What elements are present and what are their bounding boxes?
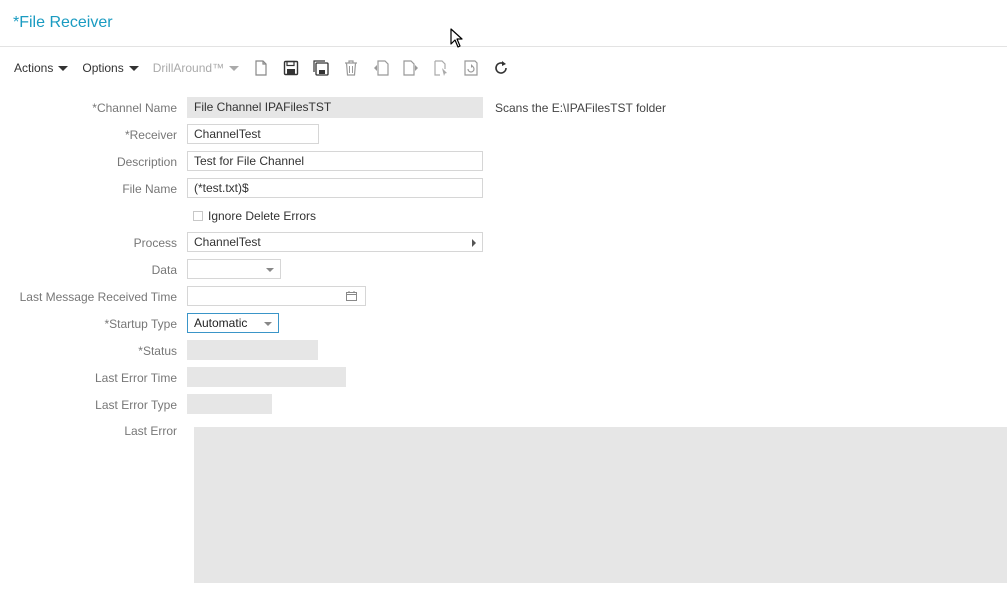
startup-type-select[interactable]: Automatic [187,313,279,333]
page-title: *File Receiver [13,14,113,31]
last-error-type-label: Last Error Type [95,398,177,412]
next-record-icon[interactable] [403,60,419,76]
save-as-icon[interactable] [313,60,329,76]
chevron-down-icon[interactable] [264,322,272,326]
ignore-delete-errors-checkbox[interactable] [193,211,203,221]
drillaround-menu[interactable]: DrillAround™ [152,61,240,75]
refresh-view-icon[interactable] [463,60,479,76]
last-message-received-time-label: Last Message Received Time [19,290,177,304]
calendar-icon[interactable] [346,291,357,301]
channel-note: Scans the E:\IPAFilesTST folder [495,101,666,115]
header-divider [0,46,1007,47]
drillaround-menu-label: DrillAround™ [152,61,225,75]
actions-menu[interactable]: Actions [14,61,69,75]
channel-name-field[interactable]: File Channel IPAFilesTST [187,97,483,118]
toolbar: Actions Options DrillAround™ [14,59,523,77]
delete-icon[interactable] [343,60,359,76]
new-document-icon[interactable] [253,60,269,76]
process-field[interactable]: ChannelTest [187,232,483,252]
data-label: Data [151,263,177,277]
description-label: Description [116,155,177,169]
last-error-time-label: Last Error Time [94,371,177,385]
data-select[interactable] [187,259,281,279]
startup-type-label: *Startup Type [104,317,178,331]
status-label: *Status [138,344,177,358]
actions-menu-label: Actions [14,61,54,75]
ignore-delete-errors-row[interactable]: Ignore Delete Errors [193,209,316,223]
chevron-down-icon[interactable] [266,268,274,272]
last-error-type-field [187,394,272,414]
chevron-down-icon [229,65,240,71]
mouse-cursor-icon [450,28,463,48]
startup-type-value: Automatic [194,316,248,330]
status-field [187,340,318,360]
process-label: Process [133,236,177,250]
file-name-label: File Name [122,182,177,196]
options-menu[interactable]: Options [82,61,139,75]
select-icon[interactable] [433,60,449,76]
chevron-right-icon[interactable] [472,239,476,247]
reload-icon[interactable] [493,60,509,76]
receiver-field[interactable]: ChannelTest [187,124,319,144]
chevron-down-icon [128,65,139,71]
last-error-label: Last Error [124,424,177,438]
options-menu-label: Options [82,61,124,75]
channel-name-label: *Channel Name [92,101,177,115]
last-error-time-field [187,367,346,387]
receiver-label: *Receiver [124,128,177,142]
last-error-textarea[interactable] [194,427,1007,583]
chevron-down-icon [58,65,69,71]
last-message-received-time-field[interactable] [187,286,366,306]
process-value: ChannelTest [194,235,261,249]
file-name-field[interactable]: (*test.txt)$ [187,178,483,198]
ignore-delete-errors-label: Ignore Delete Errors [208,209,317,223]
save-icon[interactable] [283,60,299,76]
previous-record-icon[interactable] [373,60,389,76]
description-field[interactable]: Test for File Channel [187,151,483,171]
